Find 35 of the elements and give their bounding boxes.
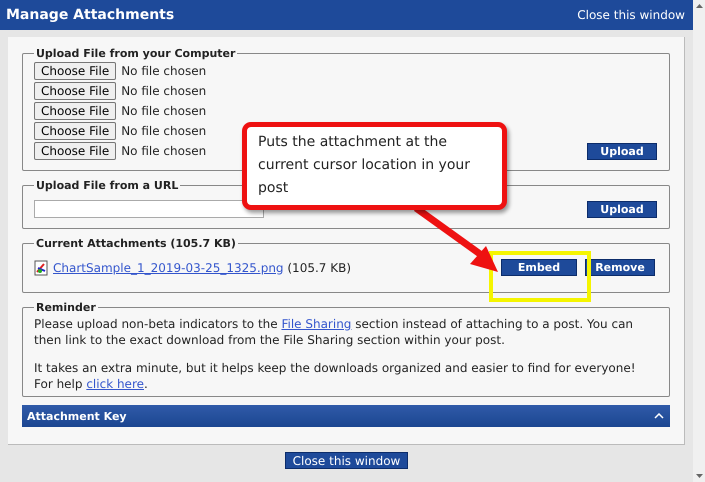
group-legend: Upload File from a URL	[34, 179, 180, 192]
image-file-icon	[34, 260, 48, 276]
choose-file-button[interactable]: Choose File	[34, 102, 116, 120]
file-status: No file chosen	[121, 84, 206, 98]
callout-note: Puts the attachment at the current cursor location in your post	[242, 122, 507, 210]
help-link[interactable]: click here	[86, 377, 144, 391]
choose-file-button[interactable]: Choose File	[34, 142, 116, 160]
remove-button[interactable]: Remove	[585, 259, 655, 276]
close-window-button[interactable]: Close this window	[284, 452, 408, 469]
close-window-link[interactable]: Close this window	[577, 8, 685, 22]
group-legend: Current Attachments (105.7 KB)	[34, 237, 238, 250]
reminder-paragraph: Please upload non-beta indicators to the File Sharing section instead of attaching to a post. You can then link to the exact download from the File Sharing section within your post.	[34, 316, 634, 348]
attachment-key-bar[interactable]: Attachment Key	[22, 405, 670, 427]
url-field[interactable]	[34, 200, 264, 218]
file-status: No file chosen	[121, 124, 206, 138]
scroll-up-icon[interactable]	[696, 4, 702, 8]
upload-button[interactable]: Upload	[587, 143, 657, 160]
choose-file-button[interactable]: Choose File	[34, 82, 116, 100]
upload-button[interactable]: Upload	[587, 201, 657, 218]
collapse-icon[interactable]	[654, 413, 664, 419]
scrollbar[interactable]	[693, 0, 705, 482]
file-status: No file chosen	[121, 104, 206, 118]
embed-button[interactable]: Embed	[501, 259, 577, 276]
attachment-link[interactable]: ChartSample_1_2019-03-25_1325.png	[53, 260, 284, 274]
scroll-down-icon[interactable]	[696, 474, 702, 478]
file-status: No file chosen	[121, 64, 206, 78]
attachment-size: (105.7 KB)	[287, 260, 352, 274]
window-title: Manage Attachments	[6, 7, 174, 23]
choose-file-button[interactable]: Choose File	[34, 62, 116, 80]
help-link[interactable]: File Sharing	[281, 317, 352, 331]
file-status: No file chosen	[121, 144, 206, 158]
choose-file-button[interactable]: Choose File	[34, 122, 116, 140]
reminder-paragraph: It takes an extra minute, but it helps keep the downloads organized and easier to find for everyone! For help click here.	[34, 360, 637, 392]
group-legend: Upload File from your Computer	[34, 47, 238, 60]
group-legend: Reminder	[34, 301, 98, 314]
